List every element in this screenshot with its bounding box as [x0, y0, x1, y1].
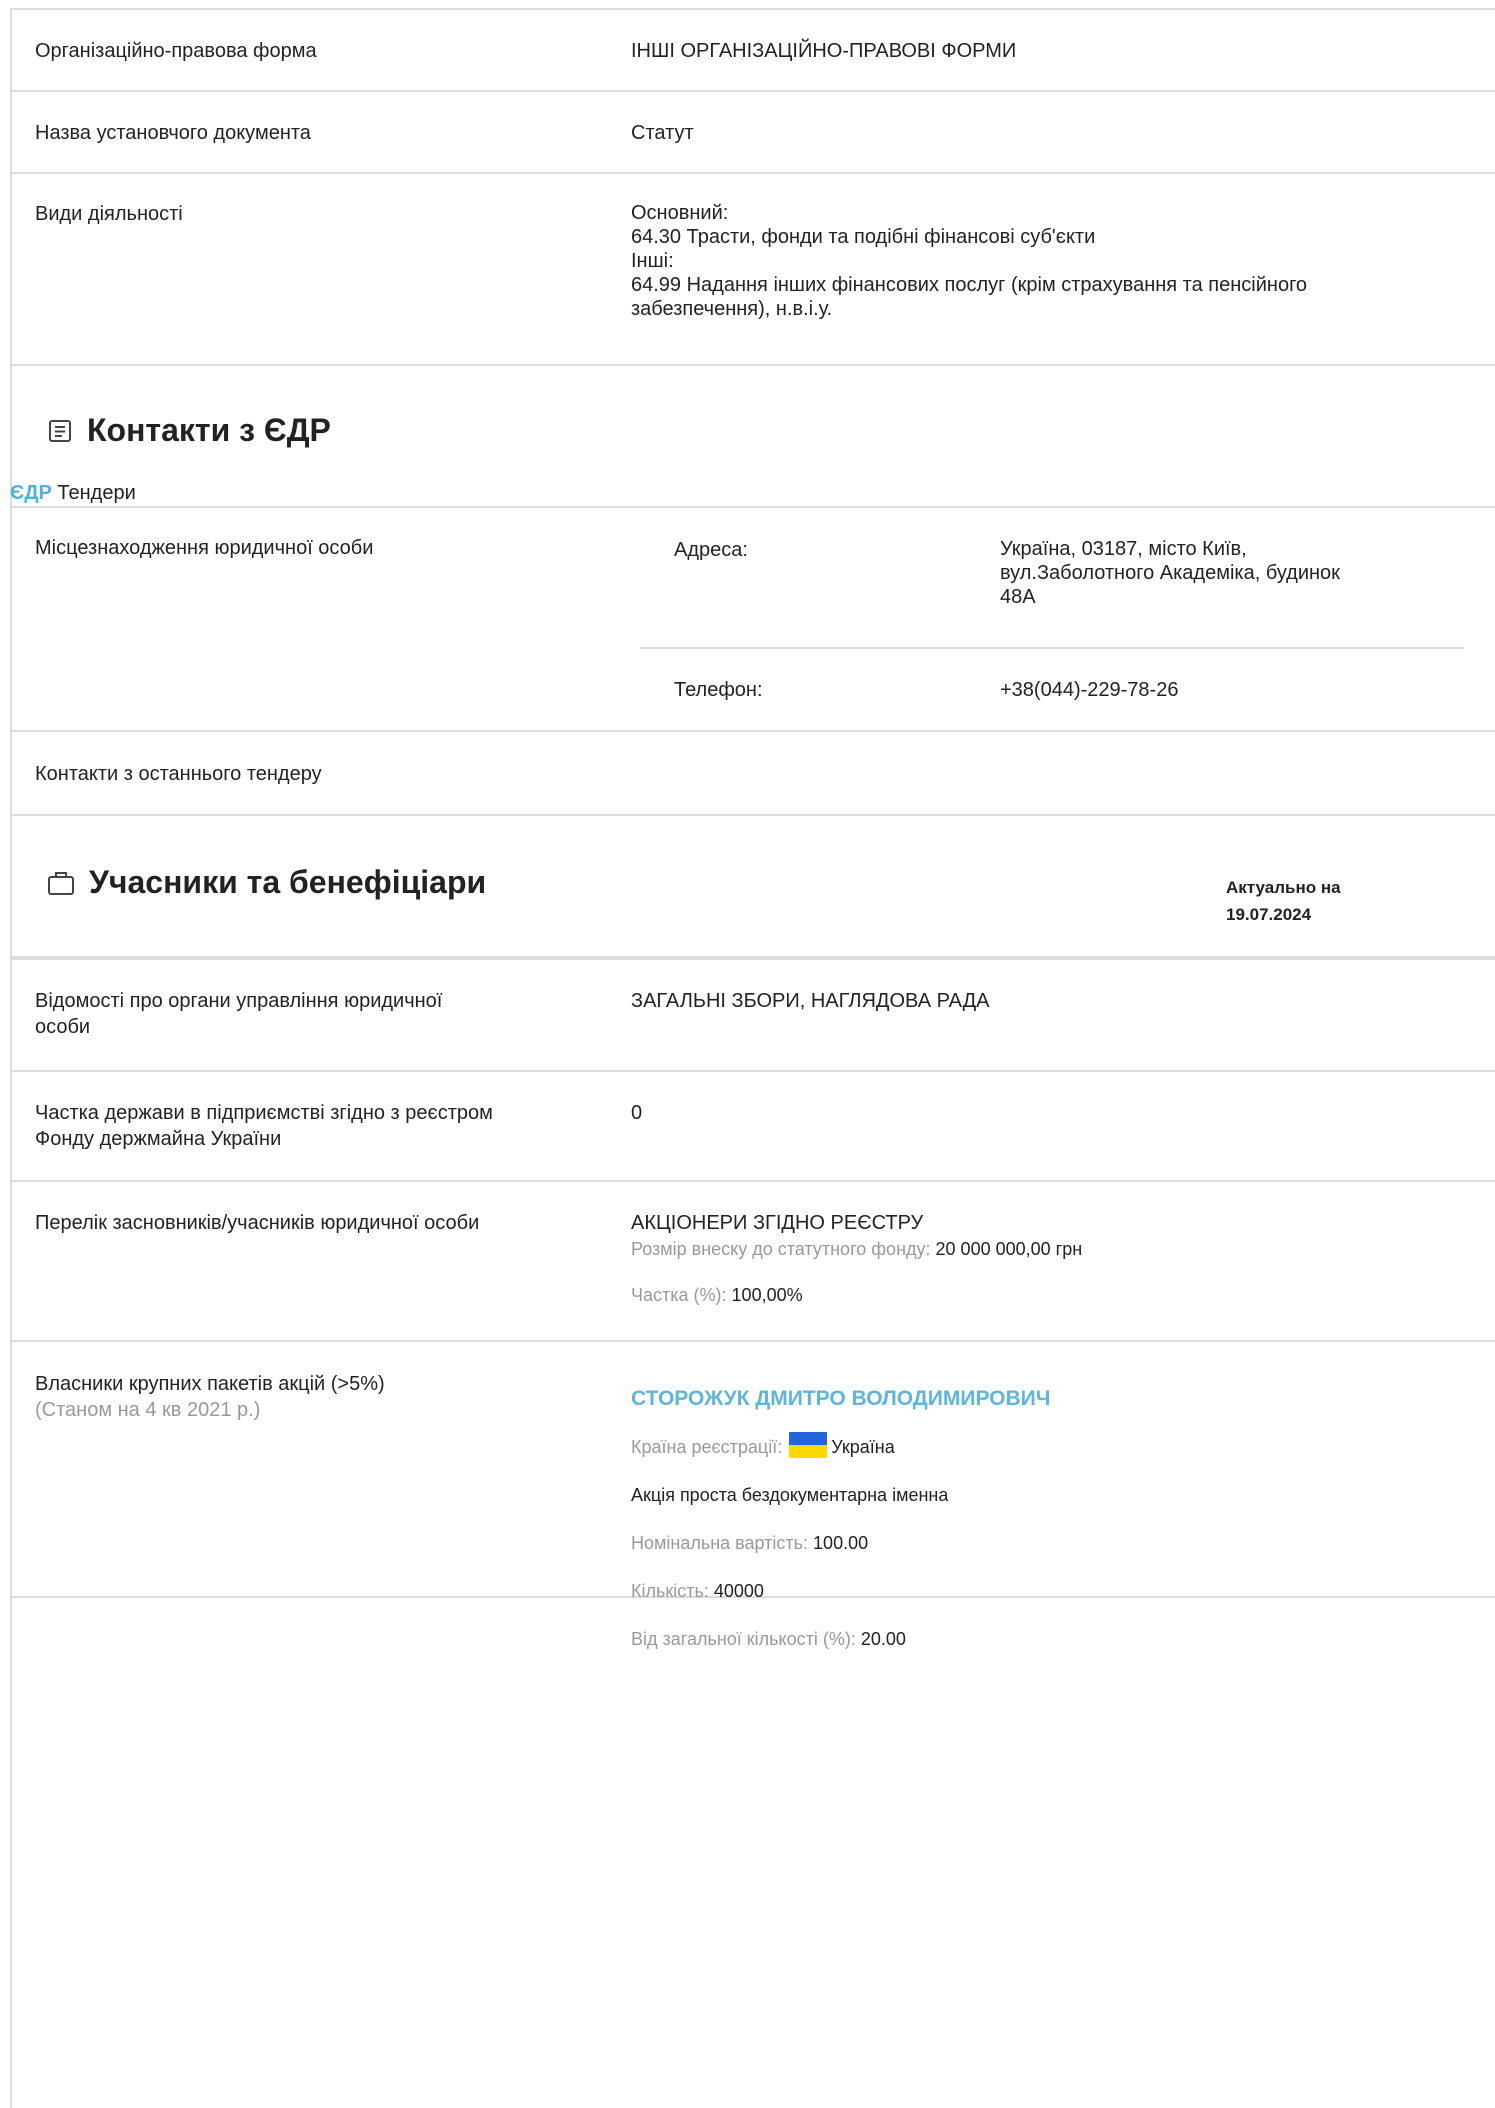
founders-label: Перелік засновників/учасників юридичної … — [35, 1212, 480, 1234]
as-of-label: Актуально на — [1226, 878, 1341, 897]
tab-edr[interactable]: ЄДР — [10, 482, 52, 504]
as-of-date: Актуально на 19.07.2024 — [1226, 874, 1341, 928]
org-form-label: Організаційно-правова форма — [35, 40, 317, 62]
country-line: Країна реєстрації: Україна — [631, 1432, 1051, 1460]
location-label: Місцезнаходження юридичної особи — [35, 537, 374, 559]
state-share-label-line-2: Фонду держмайна України — [35, 1128, 282, 1150]
share-line: Частка (%): 100,00% — [631, 1282, 1082, 1308]
activities-value: Основний: 64.30 Трасти, фонди та подібні… — [631, 201, 1307, 321]
governing-label: Відомості про органи управління юридично… — [35, 988, 442, 1040]
briefcase-icon — [48, 871, 74, 895]
country-value: Україна — [831, 1437, 895, 1457]
governing-value: ЗАГАЛЬНІ ЗБОРИ, НАГЛЯДОВА РАДА — [631, 990, 990, 1012]
contribution-label: Розмір внеску до статутного фонду: — [631, 1239, 931, 1259]
founder-details: АКЦІОНЕРИ ЗГІДНО РЕЄСТРУ Розмір внеску д… — [631, 1210, 1082, 1308]
location-divider — [640, 647, 1464, 649]
state-share-label-line-1: Частка держави в підприємстві згідно з р… — [35, 1102, 493, 1124]
participants-section-title: Учасники та бенефіціари — [47, 864, 486, 901]
share-label: Частка (%): — [631, 1285, 727, 1305]
nominal-value: 100.00 — [813, 1533, 869, 1553]
activities-other-line-1: 64.99 Надання інших фінансових послуг (к… — [631, 274, 1308, 296]
ukraine-flag-icon — [789, 1432, 828, 1458]
contribution-line: Розмір внеску до статутного фонду: 20 00… — [631, 1236, 1082, 1262]
address-label: Адреса: — [674, 539, 748, 561]
activities-other-line-2: забезпечення), н.в.і.у. — [631, 298, 833, 320]
governing-label-line-2: особи — [35, 1016, 91, 1038]
shareholders-label: Власники крупних пакетів акцій (>5%) — [35, 1373, 385, 1395]
contacts-title: Контакти з ЄДР — [87, 412, 331, 448]
founding-doc-value: Статут — [631, 122, 694, 144]
founder-name: АКЦІОНЕРИ ЗГІДНО РЕЄСТРУ — [631, 1212, 924, 1234]
activities-other-label: Інші: — [631, 250, 674, 272]
nominal-label: Номінальна вартість: — [631, 1533, 809, 1553]
phone-value: +38(044)-229-78-26 — [1000, 679, 1179, 701]
activities-main-label: Основний: — [631, 202, 729, 224]
shareholder-details: СТОРОЖУК ДМИТРО ВОЛОДИМИРОВИЧ Країна реє… — [631, 1386, 1051, 1652]
percent-value: 20.00 — [860, 1629, 906, 1649]
owner-name-link[interactable]: СТОРОЖУК ДМИТРО ВОЛОДИМИРОВИЧ — [631, 1387, 1051, 1410]
state-share-label: Частка держави в підприємстві згідно з р… — [35, 1100, 493, 1152]
shareholders-note: (Станом на 4 кв 2021 р.) — [35, 1399, 261, 1421]
address-value: Україна, 03187, місто Київ, вул.Заболотн… — [1000, 537, 1340, 609]
address-line-1: Україна, 03187, місто Київ, — [1000, 538, 1247, 560]
document-list-icon — [49, 419, 71, 442]
share-value: 100,00% — [731, 1285, 803, 1305]
country-label: Країна реєстрації: — [631, 1437, 783, 1457]
percent-line: Від загальної кількості (%): 20.00 — [631, 1626, 1051, 1652]
percent-label: Від загальної кількості (%): — [631, 1629, 856, 1649]
contribution-value: 20 000 000,00 грн — [935, 1239, 1083, 1259]
address-line-2: вул.Заболотного Академіка, будинок — [1000, 562, 1340, 584]
contacts-source-tabs: ЄДР Тендери — [10, 480, 136, 506]
address-line-3: 48А — [1000, 586, 1036, 608]
phone-label: Телефон: — [674, 679, 763, 701]
org-form-value: ІНШІ ОРГАНІЗАЦІЙНО-ПРАВОВІ ФОРМИ — [631, 40, 1017, 62]
quantity-line: Кількість: 40000 — [631, 1578, 1051, 1604]
tab-tenders[interactable]: Тендери — [57, 482, 135, 504]
participants-title: Учасники та бенефіціари — [89, 864, 487, 900]
as-of-value: 19.07.2024 — [1226, 905, 1312, 924]
quantity-value: 40000 — [713, 1581, 764, 1601]
activities-label: Види діяльності — [35, 203, 183, 225]
share-type: Акція проста бездокументарна іменна — [631, 1485, 949, 1505]
governing-label-line-1: Відомості про органи управління юридично… — [35, 990, 443, 1012]
shareholders-label-block: Власники крупних пакетів акцій (>5%) (Ст… — [35, 1371, 385, 1423]
tender-contacts-label: Контакти з останнього тендеру — [35, 763, 322, 785]
state-share-value: 0 — [631, 1102, 643, 1124]
quantity-label: Кількість: — [631, 1581, 709, 1601]
founding-doc-label: Назва установчого документа — [35, 122, 311, 144]
nominal-line: Номінальна вартість: 100.00 — [631, 1530, 1051, 1556]
contacts-section-title: Контакти з ЄДР — [47, 412, 331, 449]
activities-main: 64.30 Трасти, фонди та подібні фінансові… — [631, 226, 1096, 248]
